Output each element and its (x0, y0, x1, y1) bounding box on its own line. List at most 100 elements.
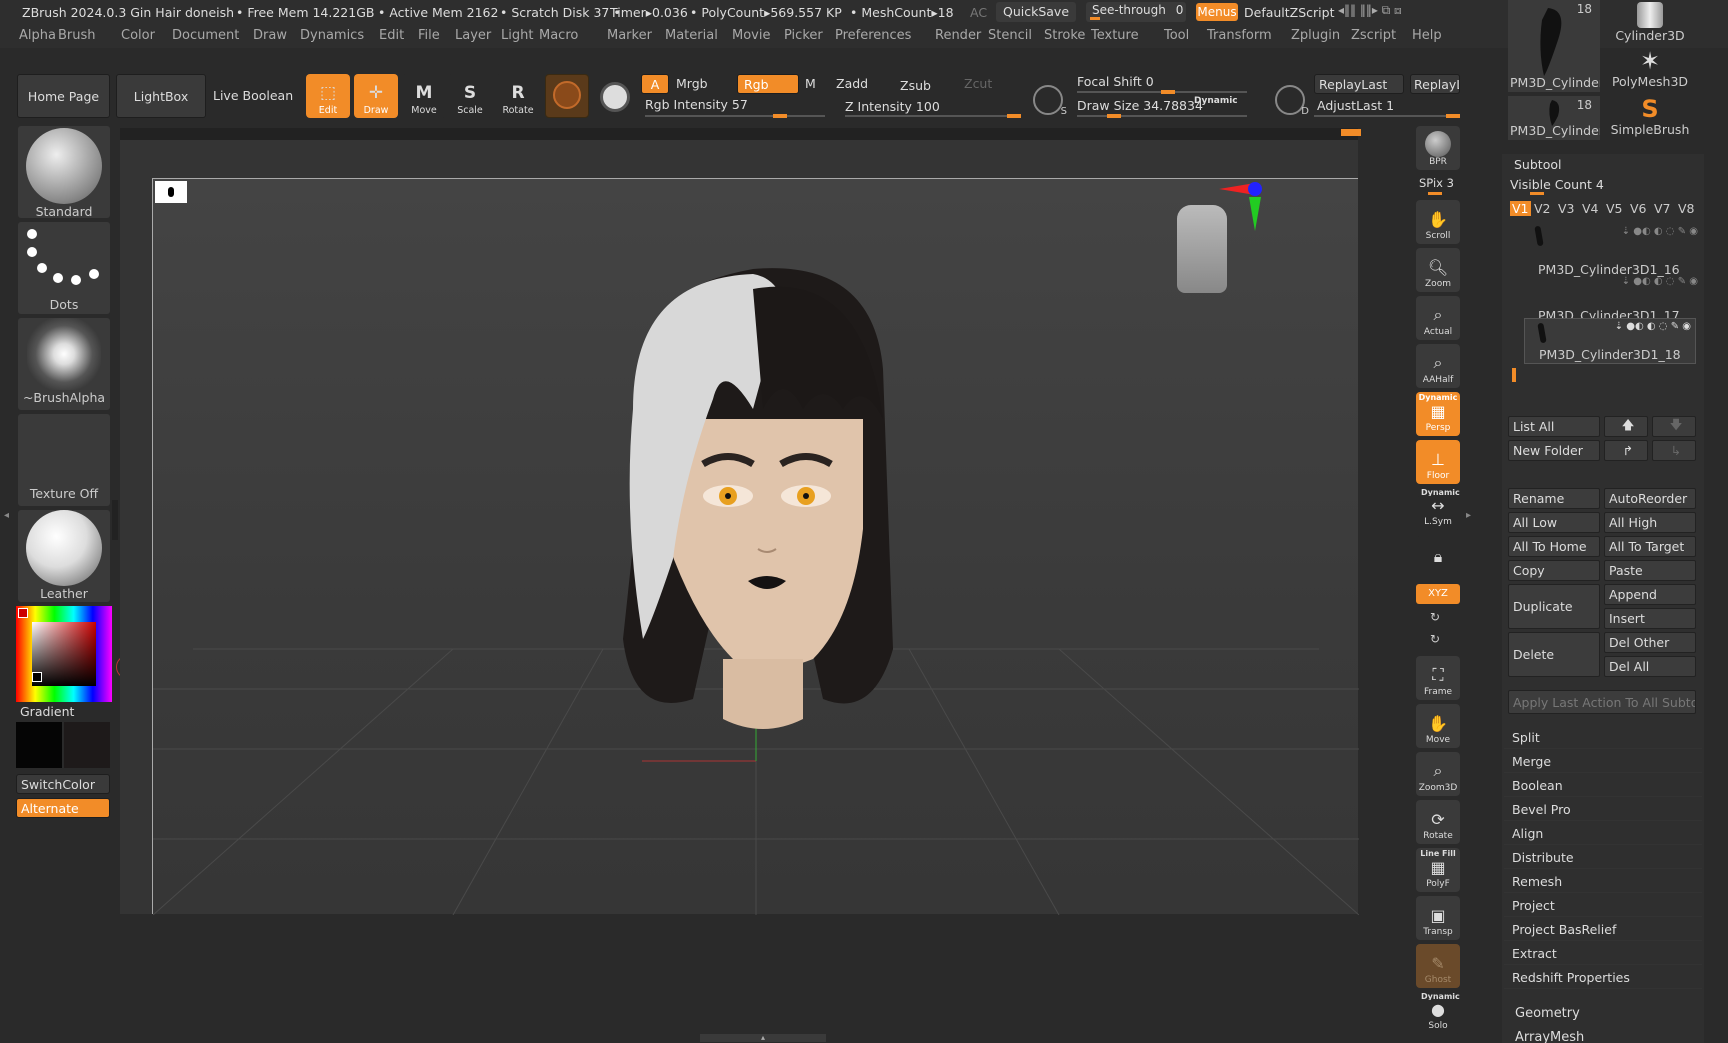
polymesh3d-tool[interactable]: ✶ PolyMesh3D (1604, 48, 1696, 92)
folder-in-icon[interactable]: ↱ (1604, 440, 1648, 461)
version-tab-v8[interactable]: V8 (1678, 201, 1695, 216)
version-tab-v7[interactable]: V7 (1654, 201, 1671, 216)
right-arrow-icon[interactable]: ▸ (1466, 510, 1471, 521)
polyf-button[interactable]: Line Fill ▦ PolyF (1416, 848, 1460, 892)
move-button[interactable]: M Move (402, 74, 446, 118)
aahalf-button[interactable]: ⌕ AAHalf (1416, 344, 1460, 388)
subtool-toggles-icon[interactable]: ⇣ ●◐ ◐ ◌ ✎ ◉ (1622, 276, 1698, 287)
menu-preferences[interactable]: Preferences (835, 28, 911, 43)
color-sphere-icon[interactable] (600, 82, 630, 112)
dynamic-toggle[interactable]: Dynamic (1194, 96, 1238, 106)
canvas-area[interactable] (120, 140, 1359, 915)
standard-brush-tile[interactable]: Standard (18, 126, 110, 219)
rotate-button[interactable]: R Rotate (496, 74, 540, 118)
apply-last-action-button[interactable]: Apply Last Action To All Subtools (1508, 690, 1696, 714)
adjustlast-label[interactable]: AdjustLast 1 (1317, 98, 1394, 113)
alternate-button[interactable]: Alternate (16, 798, 110, 818)
draw-button[interactable]: ✛ Draw (354, 74, 398, 118)
replaylast-relative-button[interactable]: ReplayLa (1410, 74, 1460, 94)
focal-shift-slider[interactable] (1077, 90, 1247, 94)
secondary-color-box[interactable] (64, 722, 110, 768)
move-up-icon[interactable]: 🡅 (1604, 416, 1648, 437)
menu-zscript[interactable]: Zscript (1351, 28, 1396, 43)
quicksave-button[interactable]: QuickSave (996, 2, 1076, 22)
rgb-intensity-slider[interactable] (645, 114, 825, 118)
section-extract[interactable]: Extract (1504, 943, 1702, 965)
menu-material[interactable]: Material (665, 28, 718, 43)
insert-button[interactable]: Insert (1604, 608, 1696, 629)
menu-picker[interactable]: Picker (784, 28, 823, 43)
folder-out-icon[interactable]: ↳ (1652, 440, 1696, 461)
simplebrush-tool[interactable]: S SimpleBrush (1604, 96, 1696, 140)
adjustlast-slider[interactable] (1314, 114, 1460, 118)
frame-button[interactable]: ⛶ Frame (1416, 656, 1460, 700)
menu-document[interactable]: Document (172, 28, 239, 43)
version-tab-v2[interactable]: V2 (1534, 201, 1551, 216)
zsub-toggle[interactable]: Zsub (900, 78, 931, 93)
menu-color[interactable]: Color (121, 28, 155, 43)
menu-tool[interactable]: Tool (1164, 28, 1189, 43)
menu-help[interactable]: Help (1412, 28, 1442, 43)
copy-button[interactable]: Copy (1508, 560, 1600, 581)
ac-label[interactable]: AC (970, 5, 987, 20)
material-button[interactable] (545, 74, 589, 118)
z-intensity-label[interactable]: Z Intensity 100 (845, 99, 940, 114)
zcut-toggle[interactable]: Zcut (964, 76, 992, 91)
spix-slider[interactable] (1428, 192, 1442, 195)
menu-file[interactable]: File (418, 28, 440, 43)
subtool-row-16[interactable]: PM3D_Cylinder3D1_16 ⇣ ●◐ ◐ ◌ ✎ ◉ (1508, 262, 1702, 306)
rgb-toggle[interactable]: Rgb (737, 74, 799, 94)
rotate-view-button[interactable]: ⟳ Rotate (1416, 800, 1460, 844)
texture-tile[interactable]: Texture Off (18, 414, 110, 506)
move-down-icon[interactable]: 🡇 (1652, 416, 1696, 437)
edit-button[interactable]: ⬚ Edit (306, 74, 350, 118)
tool-thumb-1[interactable]: 18 PM3D_Cylinder (1508, 0, 1600, 92)
bpr-button[interactable]: BPR (1416, 126, 1460, 170)
menu-layer[interactable]: Layer (455, 28, 491, 43)
version-tab-v1[interactable]: V1 (1510, 201, 1531, 216)
focal-shift-label[interactable]: Focal Shift 0 (1077, 74, 1154, 89)
menu-zplugin[interactable]: Zplugin (1291, 28, 1340, 43)
rgb-intensity-label[interactable]: Rgb Intensity 57 (645, 97, 748, 112)
append-button[interactable]: Append (1604, 584, 1696, 605)
draw-size-label[interactable]: Draw Size 34.78834 (1077, 98, 1203, 113)
menu-brush[interactable]: Brush (58, 28, 96, 43)
tool-thumb-2[interactable]: 18 PM3D_Cylinder (1508, 96, 1600, 140)
menu-stencil[interactable]: Stencil (988, 28, 1032, 43)
left-collapse-handle[interactable] (112, 500, 118, 540)
del-all-button[interactable]: Del All (1604, 656, 1696, 677)
section-project-basrelief[interactable]: Project BasRelief (1504, 919, 1702, 941)
autoreorder-button[interactable]: AutoReorder (1604, 488, 1696, 509)
section-bevel-pro[interactable]: Bevel Pro (1504, 799, 1702, 821)
subtool-scroll[interactable] (1512, 368, 1516, 382)
menu-edit[interactable]: Edit (379, 28, 404, 43)
home-page-button[interactable]: Home Page (17, 74, 110, 118)
menu-render[interactable]: Render (935, 28, 981, 43)
dots-stroke-tile[interactable]: Dots (18, 222, 110, 314)
menu-alpha[interactable]: Alpha (19, 28, 56, 43)
lsym-button[interactable]: ↔ L.Sym (1416, 496, 1460, 530)
lock-button[interactable]: 🔒︎ (1416, 536, 1460, 572)
spix-label[interactable]: SPix 3 (1419, 176, 1454, 190)
menu-light[interactable]: Light (501, 28, 533, 43)
list-all-button[interactable]: List All (1508, 416, 1600, 437)
cylinder3d-tool[interactable]: Cylinder3D (1604, 0, 1696, 44)
menu-texture[interactable]: Texture (1091, 28, 1139, 43)
alpha-tile[interactable]: ~BrushAlpha (18, 318, 110, 410)
secondary-color-swatch[interactable] (32, 672, 42, 682)
subtool-toggles-icon[interactable]: ⇣ ●◐ ◐ ◌ ✎ ◉ (1622, 226, 1698, 237)
menu-movie[interactable]: Movie (732, 28, 770, 43)
transp-button[interactable]: ▣ Transp (1416, 896, 1460, 940)
replaylast-button[interactable]: ReplayLast (1314, 74, 1404, 94)
draw-size-slider[interactable] (1077, 114, 1247, 118)
persp-button[interactable]: Dynamic ▦ Persp (1416, 392, 1460, 436)
zoom-button[interactable]: 🔍︎ Zoom (1416, 248, 1460, 292)
section-remesh[interactable]: Remesh (1504, 871, 1702, 893)
stroke-d-icon[interactable]: D (1275, 85, 1309, 117)
default-zscript[interactable]: DefaultZScript (1244, 5, 1335, 20)
scroll-button[interactable]: ✋ Scroll (1416, 200, 1460, 244)
visible-count-slider[interactable] (1530, 192, 1544, 195)
subtool-row-18[interactable]: ⇣ ●◐ ◐ ◌ ✎ ◉ PM3D_Cylinder3D1_18 (1524, 318, 1696, 364)
rotate-z-icon[interactable]: ↻ (1430, 632, 1440, 646)
subtool-row-17-label[interactable]: PM3D_Cylinder3D1_17 (1508, 308, 1702, 323)
